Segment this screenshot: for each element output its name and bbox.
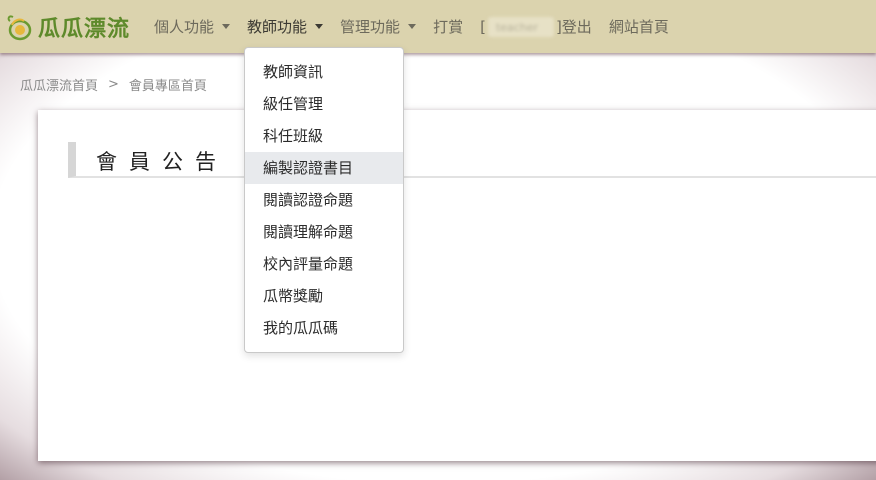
brand-name: 瓜瓜漂流 bbox=[38, 16, 131, 42]
user-name-redacted: teacher bbox=[487, 16, 554, 37]
menu-item-reading-cert-questions[interactable]: 閱讀認證命題 bbox=[245, 184, 403, 216]
chevron-down-icon bbox=[315, 24, 324, 29]
nav-admin-label: 管理功能 bbox=[340, 18, 401, 36]
nav-site-home-label: 網站首頁 bbox=[608, 18, 669, 36]
menu-item-homeroom-manage[interactable]: 級任管理 bbox=[245, 88, 403, 120]
brand-home-link[interactable]: 瓜瓜漂流 bbox=[4, 0, 130, 53]
nav-admin-dropdown[interactable]: 管理功能 bbox=[340, 16, 417, 37]
nav-teacher-dropdown[interactable]: 教師功能 bbox=[247, 16, 324, 37]
melon-logo-icon bbox=[7, 15, 32, 40]
nav-personal-label: 個人功能 bbox=[154, 18, 215, 36]
menu-item-subject-classes[interactable]: 科任班級 bbox=[245, 120, 403, 152]
announcement-header: 會員公告 bbox=[68, 142, 876, 178]
chevron-down-icon bbox=[222, 24, 231, 29]
breadcrumb-separator: > bbox=[108, 77, 119, 92]
menu-item-my-code[interactable]: 我的瓜瓜碼 bbox=[245, 312, 403, 344]
menu-item-reading-comprehension-questions[interactable]: 閱讀理解命題 bbox=[245, 216, 403, 248]
breadcrumb-root-link[interactable]: 瓜瓜漂流首頁 bbox=[20, 75, 98, 94]
top-navbar: 瓜瓜漂流 個人功能 教師功能 管理功能 打賞 [ teacher ] 登出 網站… bbox=[0, 0, 876, 53]
main-nav: 個人功能 教師功能 管理功能 打賞 [ teacher ] 登出 網站首頁 bbox=[154, 0, 686, 53]
breadcrumb: 瓜瓜漂流首頁 > 會員專區首頁 bbox=[20, 75, 207, 94]
menu-item-compile-booklist[interactable]: 編製認證書目 bbox=[245, 152, 403, 184]
menu-item-coin-rewards[interactable]: 瓜幣獎勵 bbox=[245, 280, 403, 312]
logout-link[interactable]: 登出 bbox=[562, 16, 592, 37]
nav-personal-dropdown[interactable]: 個人功能 bbox=[154, 16, 231, 37]
chevron-down-icon bbox=[408, 24, 417, 29]
nav-teacher-label: 教師功能 bbox=[247, 18, 308, 36]
teacher-dropdown-menu: 教師資訊 級任管理 科任班級 編製認證書目 閱讀認證命題 閱讀理解命題 校內評量… bbox=[244, 47, 404, 353]
nav-tip-label: 打賞 bbox=[433, 18, 464, 36]
user-bracket-open: [ bbox=[480, 17, 486, 36]
announcement-title: 會員公告 bbox=[96, 150, 228, 174]
nav-tip-link[interactable]: 打賞 bbox=[433, 16, 463, 37]
breadcrumb-current: 會員專區首頁 bbox=[128, 79, 207, 94]
menu-item-school-assessment-questions[interactable]: 校內評量命題 bbox=[245, 248, 403, 280]
user-logout-group: [ teacher ] 登出 bbox=[480, 16, 592, 37]
menu-item-teacher-info[interactable]: 教師資訊 bbox=[245, 56, 403, 88]
announcement-card: 會員公告 bbox=[38, 110, 876, 461]
user-name: teacher bbox=[495, 20, 539, 34]
nav-site-home-link[interactable]: 網站首頁 bbox=[609, 16, 669, 37]
